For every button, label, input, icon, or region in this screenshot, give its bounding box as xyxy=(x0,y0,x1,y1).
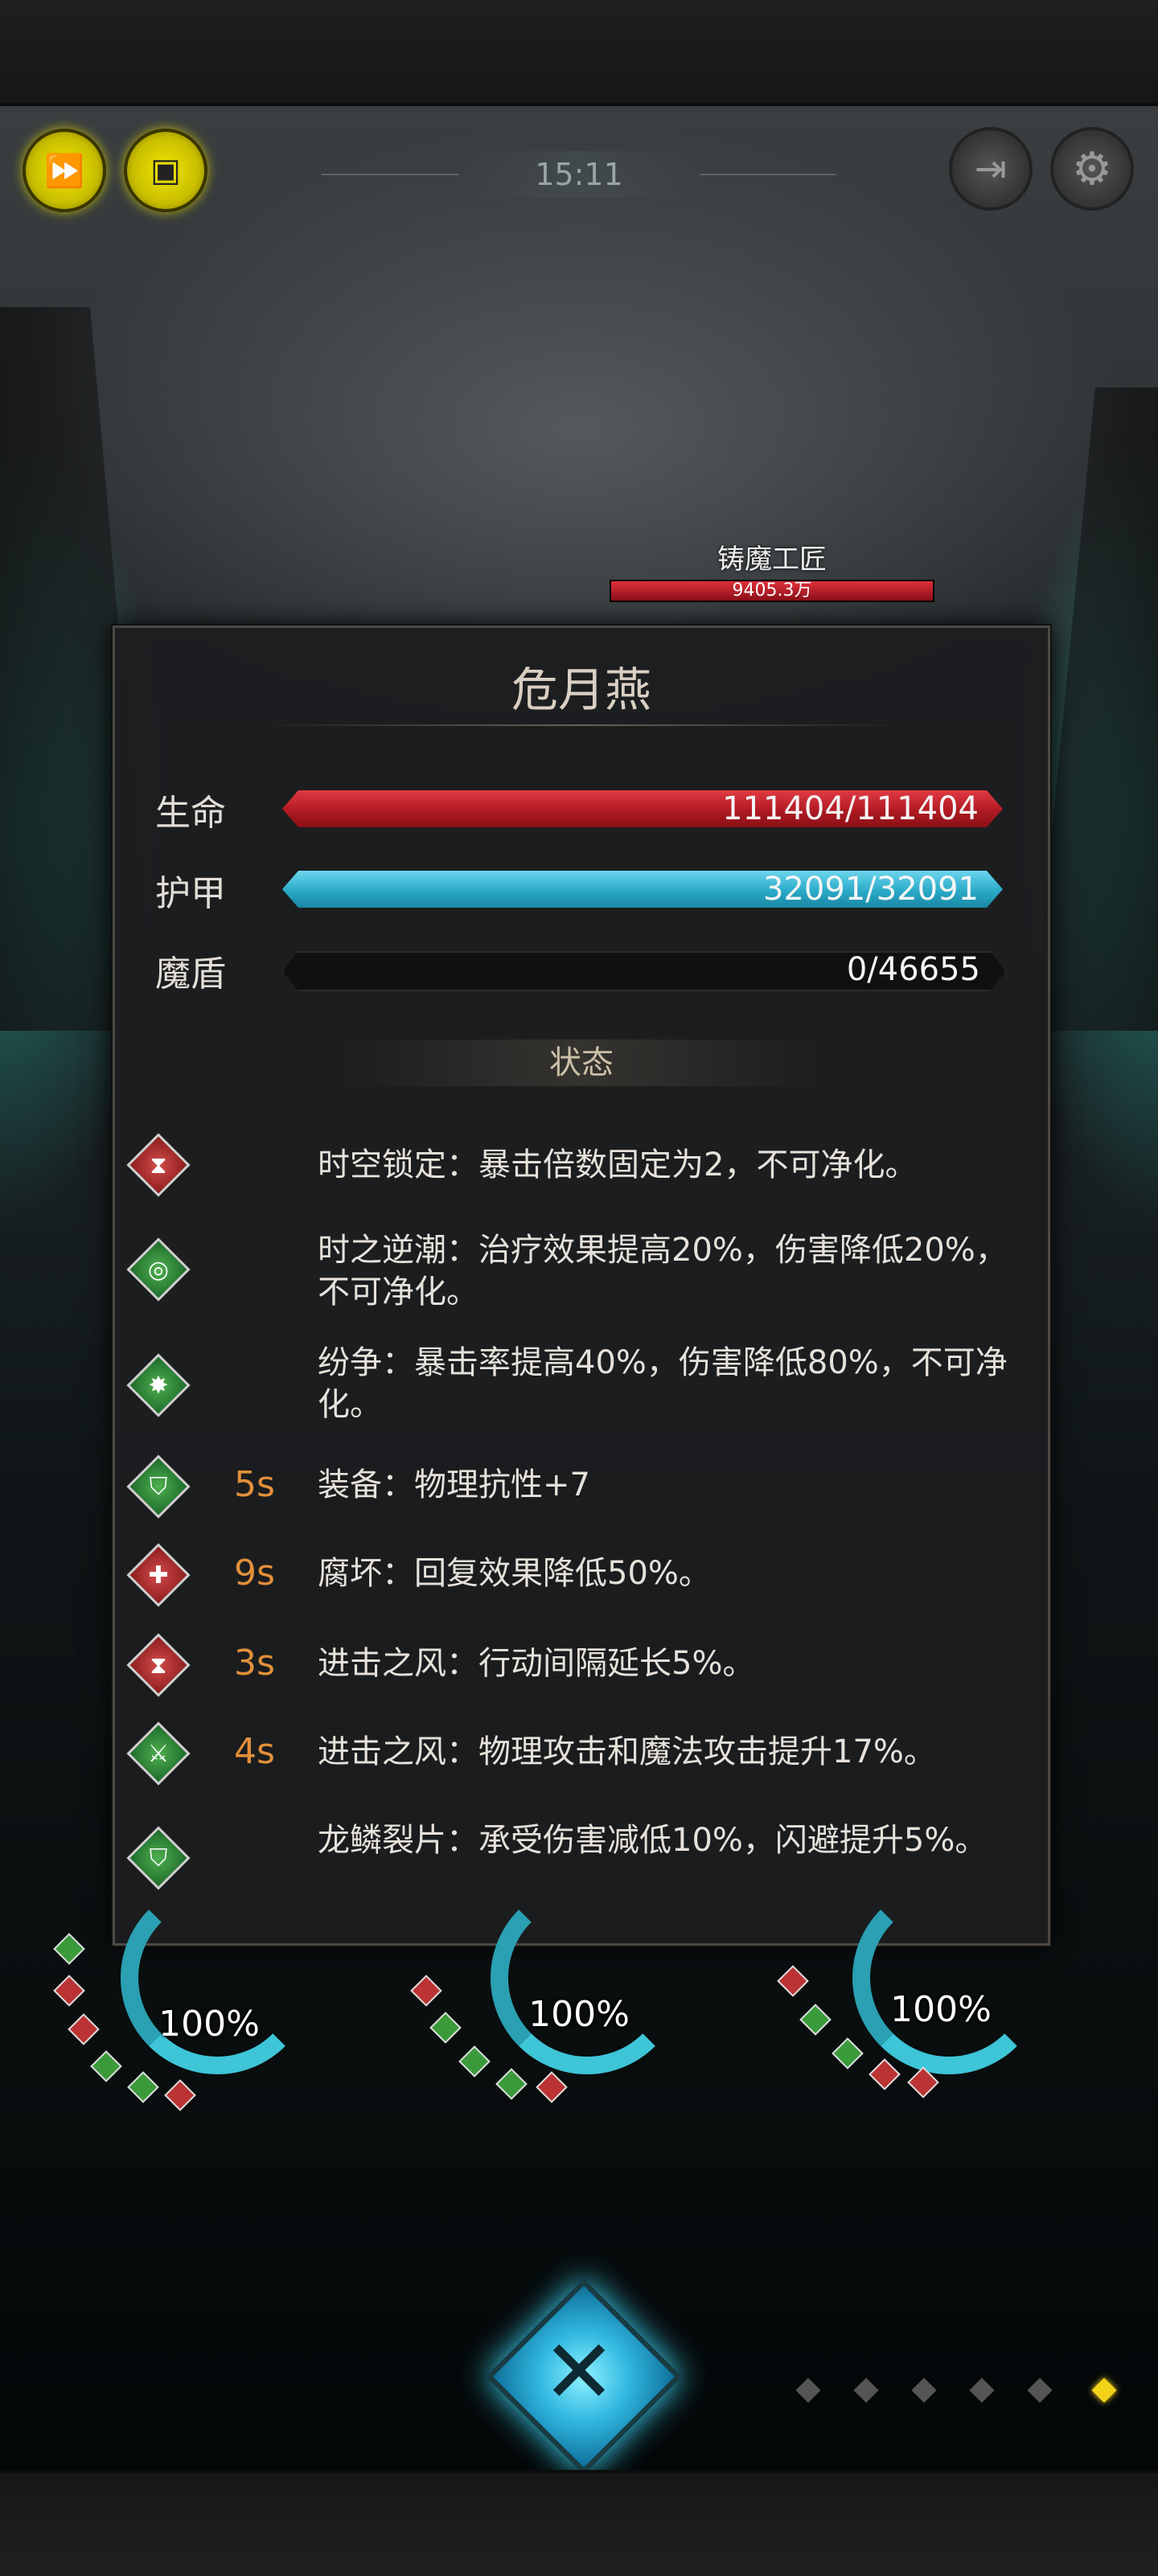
shield-icon: ⛉ xyxy=(126,1454,191,1519)
broken-cross-icon: ✚ xyxy=(126,1543,191,1607)
title-divider xyxy=(260,724,903,726)
effect-description: 腐坏：回复效果降低50%。 xyxy=(318,1555,711,1592)
magic-shield-bar: 0/46655 xyxy=(282,951,1006,991)
effect-description: 时空锁定：暴击倍数固定为2，不可净化。 xyxy=(318,1146,918,1183)
exit-button[interactable]: ⇥ xyxy=(949,127,1033,211)
magic-shield-label: 魔盾 xyxy=(155,954,226,995)
hp-bar: 111404/111404 xyxy=(282,790,1003,827)
armor-bar: 32091/32091 xyxy=(282,871,1003,908)
hero-slot[interactable]: 100% xyxy=(88,1881,330,2090)
effect-duration: 4s xyxy=(234,1731,275,1772)
effect-description: 纷争：暴击率提高40%，伤害降低80%，不可净化。 xyxy=(318,1344,1008,1423)
claw-icon: ✸ xyxy=(126,1353,191,1417)
boss-name: 铸魔工匠 xyxy=(717,544,827,576)
effect-description: 龙鳞裂片：承受伤害减低10%，闪避提升5%。 xyxy=(318,1822,988,1859)
close-panel-button[interactable]: ✕ xyxy=(482,2275,682,2475)
armor-value: 32091/32091 xyxy=(763,871,979,908)
hp-label: 生命 xyxy=(155,793,226,834)
hero-health-percent: 100% xyxy=(528,1994,630,2035)
magic-shield-value: 0/46655 xyxy=(846,951,980,988)
armor-label: 护甲 xyxy=(155,873,226,914)
effect-description: 进击之风：行动间隔延长5%。 xyxy=(318,1645,755,1682)
timer-divider-right xyxy=(700,174,836,175)
top-frame xyxy=(0,0,1158,106)
close-icon: ✕ xyxy=(541,2320,617,2423)
hero-slot[interactable]: 100% xyxy=(820,1881,1062,2090)
hero-health-ring xyxy=(121,1881,314,2074)
effect-description: 时之逆潮：治疗效果提高20%，伤害降低20%，不可净化。 xyxy=(318,1232,1008,1311)
bottom-frame xyxy=(0,2470,1158,2576)
swirl-icon: ◎ xyxy=(126,1237,191,1302)
fast-forward-button[interactable]: ⏩ xyxy=(23,129,106,212)
shield-icon: ⛉ xyxy=(126,1826,191,1890)
auto-battle-icon: ▣ xyxy=(150,152,181,189)
hero-health-ring xyxy=(852,1881,1045,2074)
battle-timer: 15:11 xyxy=(466,151,692,198)
exit-icon: ⇥ xyxy=(974,146,1008,191)
effect-description: 进击之风：物理攻击和魔法攻击提升17%。 xyxy=(318,1733,936,1770)
unit-name: 危月燕 xyxy=(511,662,651,717)
hero-health-ring xyxy=(491,1881,684,2074)
timer-divider-left xyxy=(322,174,458,175)
boss-hp-bar: 9405.3万 xyxy=(610,580,934,602)
hero-slot[interactable]: 100% xyxy=(458,1881,700,2090)
effect-duration: 3s xyxy=(234,1643,275,1684)
effect-duration: 9s xyxy=(234,1553,275,1594)
hero-health-percent: 100% xyxy=(890,1989,992,2030)
settings-button[interactable]: ⚙ xyxy=(1050,127,1134,211)
swords-up-icon: ⚔ xyxy=(126,1721,191,1786)
hourglass-icon: ⧗ xyxy=(126,1133,191,1197)
hourglass-icon: ⧗ xyxy=(126,1633,191,1697)
boss-info[interactable]: 铸魔工匠 9405.3万 xyxy=(595,537,949,602)
gear-icon: ⚙ xyxy=(1071,142,1113,195)
hp-value: 111404/111404 xyxy=(722,790,979,827)
effect-description: 装备：物理抗性+7 xyxy=(318,1466,590,1503)
status-section-title: 状态 xyxy=(340,1040,823,1086)
fast-forward-icon: ⏩ xyxy=(44,152,84,190)
unit-status-panel: 危月燕 生命 111404/111404 护甲 32091/32091 魔盾 0… xyxy=(113,626,1050,1946)
hero-health-percent: 100% xyxy=(158,2004,260,2045)
auto-battle-button[interactable]: ▣ xyxy=(124,129,207,212)
effect-duration: 5s xyxy=(234,1464,275,1505)
